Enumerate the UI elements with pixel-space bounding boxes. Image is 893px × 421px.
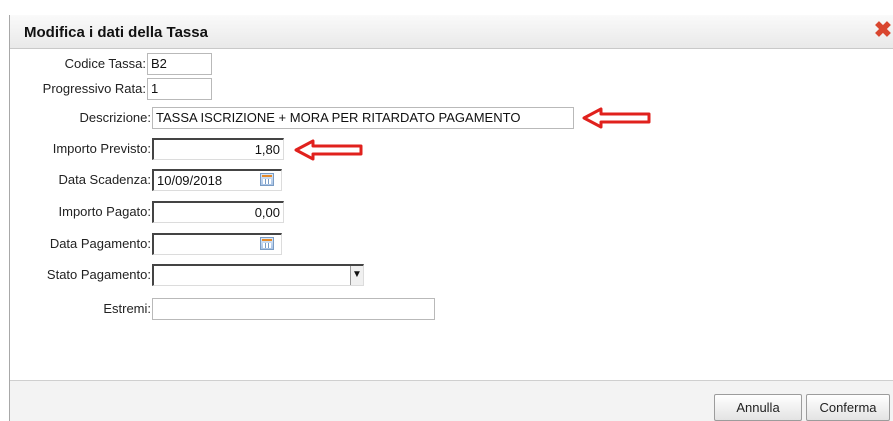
data-scadenza-label: Data Scadenza:	[58, 172, 151, 187]
dialog-titlebar: Modifica i dati della Tassa ✖	[10, 15, 893, 49]
progressivo-rata-field[interactable]: 1	[147, 78, 212, 100]
progressivo-rata-label: Progressivo Rata:	[42, 81, 146, 96]
dialog-title: Modifica i dati della Tassa	[24, 24, 208, 41]
importo-pagato-label: Importo Pagato:	[58, 204, 152, 219]
edit-tax-dialog: Modifica i dati della Tassa ✖ Codice Tas…	[9, 15, 893, 421]
chevron-down-icon[interactable]: ▼	[350, 266, 363, 285]
close-icon[interactable]: ✖	[873, 19, 893, 41]
codice-tassa-label: Codice Tassa:	[64, 56, 146, 71]
descrizione-label: Descrizione:	[79, 110, 151, 125]
estremi-field[interactable]	[152, 298, 435, 320]
data-pagamento-label: Data Pagamento:	[49, 236, 151, 251]
importo-previsto-field[interactable]: 1,80	[152, 138, 284, 160]
importo-pagato-field[interactable]: 0,00	[152, 201, 284, 223]
red-arrow-icon	[582, 107, 651, 129]
estremi-label: Estremi:	[103, 301, 151, 316]
codice-tassa-field[interactable]: B2	[147, 53, 212, 75]
red-arrow-icon	[294, 139, 363, 161]
descrizione-field[interactable]: TASSA ISCRIZIONE + MORA PER RITARDATO PA…	[152, 107, 574, 129]
stato-pagamento-select[interactable]: ▼	[152, 264, 364, 286]
annulla-button[interactable]: Annulla	[714, 394, 802, 421]
stato-pagamento-label: Stato Pagamento:	[46, 267, 151, 282]
calendar-icon[interactable]	[260, 237, 274, 250]
importo-previsto-label: Importo Previsto:	[52, 141, 151, 156]
calendar-icon[interactable]	[260, 173, 274, 186]
dialog-body: Codice Tassa: B2 Progressivo Rata: 1 Des…	[10, 49, 893, 381]
conferma-button[interactable]: Conferma	[806, 394, 890, 421]
